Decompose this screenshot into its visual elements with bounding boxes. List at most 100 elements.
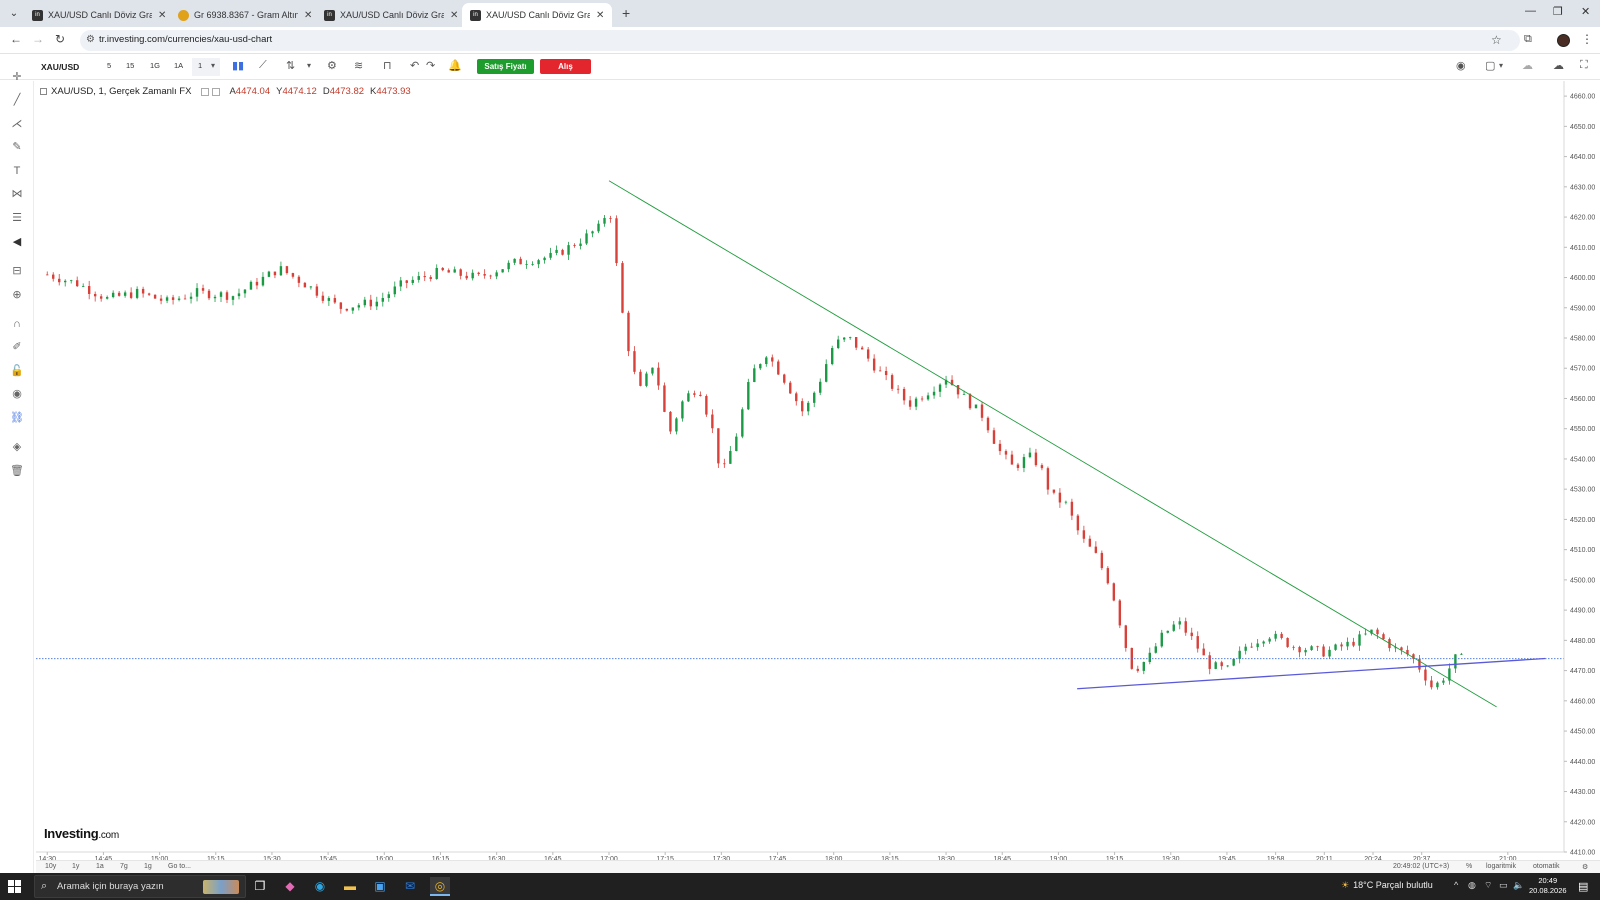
candle-body: [759, 364, 762, 369]
candle-body: [795, 393, 798, 402]
range-button-10y[interactable]: 10y: [45, 863, 56, 870]
candle-body: [890, 375, 894, 389]
y-tick-label: 4450.00: [1570, 729, 1595, 736]
price-chart[interactable]: 4473.93 4660.004650.004640.004630.004620…: [0, 0, 1600, 900]
candle-body: [255, 281, 259, 286]
candle-body: [1454, 654, 1457, 669]
file-explorer-icon[interactable]: ▬: [340, 877, 360, 896]
candle-body: [1148, 652, 1151, 663]
auto-scale-toggle[interactable]: otomatik: [1533, 863, 1559, 870]
y-tick-label: 4580.00: [1570, 336, 1595, 343]
candle-body: [962, 394, 966, 395]
network-tray-icon[interactable]: ◍: [1468, 880, 1476, 891]
candle-body: [1208, 655, 1211, 669]
candle-body: [1064, 501, 1068, 503]
candle-body: [681, 401, 684, 419]
collapse-legend-icon[interactable]: [40, 88, 47, 95]
range-button-7g[interactable]: 7g: [120, 863, 128, 870]
candle-body: [878, 370, 882, 372]
task-view-icon[interactable]: ❐: [250, 877, 270, 896]
candle-body: [261, 276, 265, 286]
candle-body: [357, 305, 361, 308]
candle-body: [1070, 501, 1074, 516]
candle-body: [513, 258, 516, 263]
y-tick-label: 4560.00: [1570, 396, 1595, 403]
candle-body: [854, 337, 858, 348]
candle-body: [273, 271, 277, 276]
range-button-1y[interactable]: 1y: [72, 863, 79, 870]
tray-chevron-icon[interactable]: ^: [1454, 880, 1458, 890]
candle-body: [243, 289, 247, 294]
candle-body: [183, 298, 187, 300]
y-tick-label: 4440.00: [1570, 759, 1595, 766]
candle-body: [627, 312, 630, 352]
y-tick-label: 4470.00: [1570, 668, 1595, 675]
candle-body: [974, 404, 978, 409]
y-tick-label: 4590.00: [1570, 305, 1595, 312]
volume-icon[interactable]: 🔈: [1513, 880, 1524, 891]
candle-body: [321, 295, 325, 301]
percent-scale-toggle[interactable]: %: [1466, 863, 1472, 870]
chart-settings-small-icon[interactable]: ⚙: [1582, 863, 1588, 871]
range-button-1a[interactable]: 1a: [96, 863, 104, 870]
range-bar: 10y 1y 1a 7g 1g Go to... 20:49:02 (UTC+3…: [36, 860, 1600, 873]
y-tick-label: 4550.00: [1570, 426, 1595, 433]
candle-body: [705, 396, 708, 415]
candle-body: [519, 258, 522, 265]
store-icon[interactable]: ▣: [370, 877, 390, 896]
candle-body: [153, 294, 157, 299]
candle-body: [657, 367, 660, 386]
candle-body: [315, 286, 319, 296]
system-clock[interactable]: 20:49 20.08.2026: [1529, 876, 1567, 896]
candle-body: [465, 275, 468, 279]
candle-body: [1340, 644, 1343, 647]
range-button-1g[interactable]: 1g: [144, 863, 152, 870]
y-tick-label: 4620.00: [1570, 215, 1595, 222]
candle-body: [741, 409, 744, 437]
candle-body: [171, 297, 175, 300]
clock-time: 20:49: [1538, 876, 1558, 885]
candle-body: [866, 349, 870, 359]
candle-body: [633, 351, 636, 372]
candle-body: [1226, 665, 1229, 667]
candle-body: [135, 288, 139, 298]
candle-body: [1274, 633, 1277, 639]
notifications-icon[interactable]: ▤: [1578, 880, 1588, 893]
candle-body: [1034, 452, 1038, 466]
hide-series-icon[interactable]: [212, 87, 221, 96]
candle-body: [123, 292, 127, 296]
y-tick-label: 4660.00: [1570, 94, 1595, 101]
candle-body: [1460, 653, 1463, 655]
settings-small-icon[interactable]: [201, 87, 210, 96]
candle-body: [1178, 621, 1181, 625]
candle-body: [753, 368, 756, 383]
candle-body: [99, 296, 103, 299]
windows-start-icon[interactable]: [8, 880, 22, 894]
copilot-icon[interactable]: ◆: [280, 877, 300, 896]
weather-widget[interactable]: ☀ 18°C Parçalı bulutlu: [1341, 880, 1433, 891]
candle-body: [1214, 662, 1217, 669]
candle-body: [968, 394, 972, 409]
y-tick-label: 4420.00: [1570, 819, 1595, 826]
candle-body: [1046, 468, 1050, 490]
goto-date-button[interactable]: Go to...: [168, 863, 191, 870]
edge-browser-icon[interactable]: ◉: [310, 877, 330, 896]
display-icon[interactable]: ▭: [1499, 880, 1508, 891]
candle-body: [411, 279, 414, 283]
candle-body: [1058, 492, 1062, 503]
log-scale-toggle[interactable]: logaritmik: [1486, 863, 1516, 870]
candle-body: [309, 286, 313, 288]
candle-body: [75, 280, 79, 287]
candle-body: [1160, 632, 1163, 647]
candle-body: [1106, 568, 1110, 584]
taskbar-search-input[interactable]: ⌕ Aramak için buraya yazın: [34, 875, 246, 898]
candle-body: [381, 297, 384, 302]
wifi-icon[interactable]: ⌔: [1484, 880, 1492, 891]
clock-date: 20.08.2026: [1529, 886, 1567, 895]
candle-body: [801, 401, 804, 412]
candle-body: [609, 218, 612, 219]
outlook-icon[interactable]: ✉: [400, 877, 420, 896]
chrome-icon[interactable]: ◎: [430, 877, 450, 896]
candle-body: [1304, 650, 1307, 653]
y-tick-label: 4460.00: [1570, 698, 1595, 705]
